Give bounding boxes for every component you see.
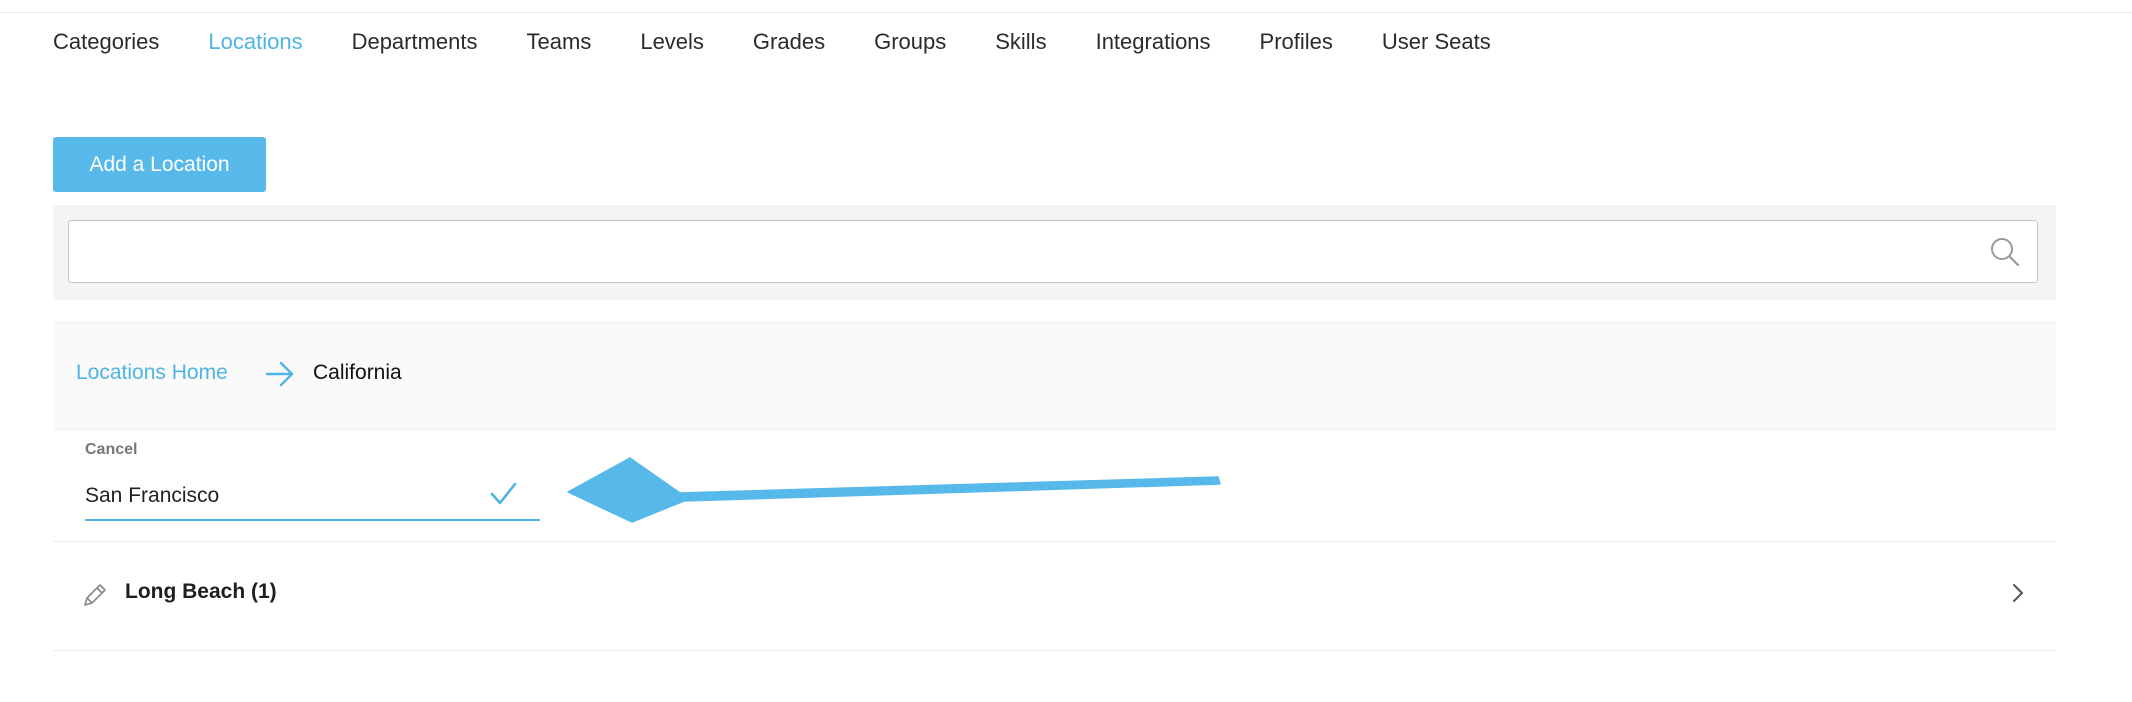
location-name-input[interactable] xyxy=(85,479,465,513)
tab-skills[interactable]: Skills xyxy=(995,29,1046,55)
settings-tab-bar: Categories Locations Departments Teams L… xyxy=(53,24,1540,60)
tab-grades[interactable]: Grades xyxy=(753,29,825,55)
tab-categories[interactable]: Categories xyxy=(53,29,159,55)
tab-teams[interactable]: Teams xyxy=(527,29,592,55)
arrow-right-icon xyxy=(265,361,294,387)
breadcrumb-current: California xyxy=(313,361,402,384)
chevron-right-icon[interactable] xyxy=(2008,580,2028,606)
breadcrumb: Locations Home California xyxy=(53,322,2056,430)
tab-groups[interactable]: Groups xyxy=(874,29,946,55)
list-item[interactable]: Long Beach (1) xyxy=(53,542,2056,650)
checkmark-icon[interactable] xyxy=(488,479,518,509)
search-panel xyxy=(53,205,2056,300)
search-icon[interactable] xyxy=(1989,236,2021,268)
top-divider xyxy=(0,12,2132,13)
tab-departments[interactable]: Departments xyxy=(352,29,478,55)
add-location-button[interactable]: Add a Location xyxy=(53,137,266,192)
location-name-field xyxy=(85,473,540,521)
cancel-link[interactable]: Cancel xyxy=(85,441,137,459)
search-input[interactable] xyxy=(79,229,1963,276)
row-divider xyxy=(53,650,2056,651)
tab-levels[interactable]: Levels xyxy=(640,29,704,55)
search-box xyxy=(68,220,2038,283)
tab-profiles[interactable]: Profiles xyxy=(1260,29,1333,55)
tab-locations[interactable]: Locations xyxy=(208,29,302,55)
tab-integrations[interactable]: Integrations xyxy=(1096,29,1211,55)
tab-user-seats[interactable]: User Seats xyxy=(1382,29,1491,55)
pencil-icon[interactable] xyxy=(80,580,110,610)
list-item-label: Long Beach (1) xyxy=(125,580,277,603)
breadcrumb-home-link[interactable]: Locations Home xyxy=(76,361,228,385)
annotation-arrow xyxy=(567,457,1221,523)
